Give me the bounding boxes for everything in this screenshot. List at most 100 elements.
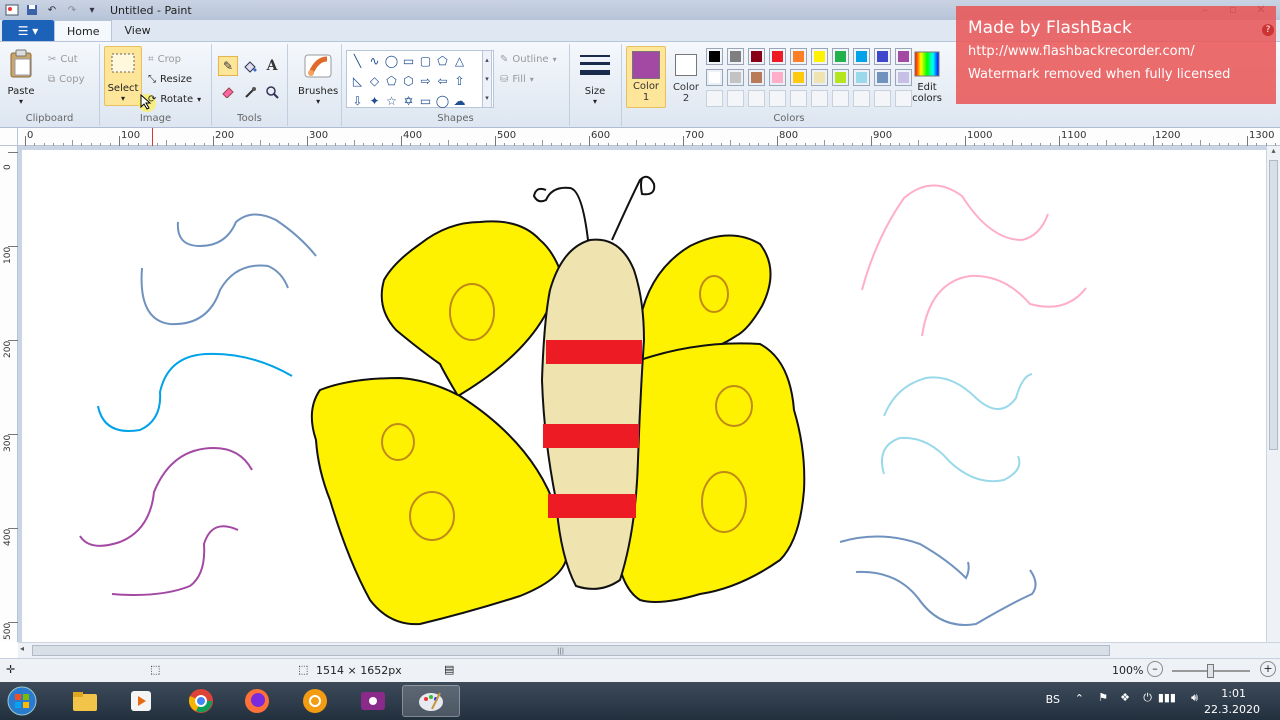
- taskbar-media-player[interactable]: [112, 685, 170, 717]
- edit-colors-button[interactable]: Edit colors: [912, 48, 942, 104]
- curve-shape-icon[interactable]: ∿: [367, 53, 382, 69]
- palette-swatch[interactable]: [769, 90, 786, 107]
- palette-swatch[interactable]: [811, 48, 828, 65]
- palette-swatch[interactable]: [748, 90, 765, 107]
- palette-swatch[interactable]: [811, 90, 828, 107]
- save-icon[interactable]: [24, 3, 40, 17]
- palette-swatch[interactable]: [727, 48, 744, 65]
- paint-app-icon[interactable]: [4, 3, 20, 17]
- palette-swatch[interactable]: [790, 90, 807, 107]
- four-point-star-shape-icon[interactable]: ✦: [367, 93, 382, 109]
- language-indicator[interactable]: BS: [1046, 693, 1060, 706]
- outline-button[interactable]: ✎ Outline ▾: [500, 50, 557, 68]
- right-arrow-shape-icon[interactable]: ⇨: [418, 73, 433, 89]
- five-point-star-shape-icon[interactable]: ☆: [384, 93, 399, 109]
- palette-swatch[interactable]: [727, 69, 744, 86]
- file-menu-button[interactable]: ☰ ▾: [2, 20, 54, 41]
- scroll-up-icon[interactable]: ▴: [1267, 146, 1280, 155]
- network-icon[interactable]: ▮▮▮: [1158, 691, 1176, 704]
- palette-swatch[interactable]: [769, 48, 786, 65]
- start-button[interactable]: [2, 685, 42, 717]
- taskbar-explorer[interactable]: [56, 685, 114, 717]
- zoom-slider[interactable]: [1172, 664, 1250, 678]
- size-button[interactable]: Size ▾: [580, 50, 610, 106]
- left-arrow-shape-icon[interactable]: ⇦: [435, 73, 450, 89]
- copy-button[interactable]: ⧉ Copy: [48, 70, 85, 88]
- palette-swatch[interactable]: [853, 48, 870, 65]
- rotate-button[interactable]: ⟳ Rotate ▾: [148, 90, 201, 108]
- six-point-star-shape-icon[interactable]: ✡: [401, 93, 416, 109]
- color2-button[interactable]: Color 2: [670, 46, 702, 108]
- up-arrow-shape-icon[interactable]: ⇧: [452, 73, 467, 89]
- palette-swatch[interactable]: [748, 69, 765, 86]
- palette-swatch[interactable]: [832, 69, 849, 86]
- drawing-canvas[interactable]: [22, 150, 1266, 642]
- palette-swatch[interactable]: [706, 48, 723, 65]
- taskbar-firefox[interactable]: [228, 685, 286, 717]
- palette-swatch[interactable]: [790, 69, 807, 86]
- horizontal-scroll-thumb[interactable]: |||: [32, 645, 1110, 656]
- palette-swatch[interactable]: [874, 90, 891, 107]
- palette-swatch[interactable]: [832, 90, 849, 107]
- tab-home[interactable]: Home: [54, 20, 113, 41]
- callout-shape-icon[interactable]: ▭: [418, 93, 433, 109]
- palette-swatch[interactable]: [895, 90, 912, 107]
- clock-date[interactable]: 22.3.2020: [1204, 703, 1260, 716]
- brushes-button[interactable]: Brushes ▾: [298, 50, 338, 106]
- palette-swatch[interactable]: [832, 48, 849, 65]
- tab-view[interactable]: View: [112, 20, 162, 41]
- oval-callout-shape-icon[interactable]: ◯: [435, 93, 450, 109]
- taskbar-paint[interactable]: [402, 685, 460, 717]
- clock-time[interactable]: 1:01: [1221, 687, 1246, 700]
- palette-swatch[interactable]: [790, 48, 807, 65]
- palette-swatch[interactable]: [853, 69, 870, 86]
- palette-swatch[interactable]: [727, 90, 744, 107]
- color1-button[interactable]: Color 1: [626, 46, 666, 108]
- undo-icon[interactable]: ↶: [44, 3, 60, 17]
- magnifier-icon[interactable]: [262, 82, 282, 102]
- rectangle-shape-icon[interactable]: ▭: [401, 53, 416, 69]
- select-button[interactable]: Select ▾: [104, 46, 142, 106]
- taskbar-app-orange[interactable]: [286, 685, 344, 717]
- fill-bucket-icon[interactable]: [240, 56, 260, 76]
- palette-swatch[interactable]: [895, 69, 912, 86]
- palette-swatch[interactable]: [811, 69, 828, 86]
- volume-icon[interactable]: 🔊︎: [1191, 691, 1198, 705]
- resize-button[interactable]: ⤡ Resize: [148, 70, 192, 88]
- cloud-callout-shape-icon[interactable]: ☁: [452, 93, 467, 109]
- oval-shape-icon[interactable]: ◯: [384, 53, 399, 69]
- horizontal-scrollbar[interactable]: ◂ |||: [18, 642, 1280, 658]
- color-picker-icon[interactable]: [240, 82, 260, 102]
- palette-swatch[interactable]: [853, 90, 870, 107]
- line-shape-icon[interactable]: ╲: [350, 53, 365, 69]
- palette-swatch[interactable]: [874, 69, 891, 86]
- cut-button[interactable]: ✂ Cut: [48, 50, 78, 68]
- redo-icon[interactable]: ↷: [64, 3, 80, 17]
- zoom-slider-thumb[interactable]: [1207, 664, 1214, 678]
- palette-swatch[interactable]: [706, 69, 723, 86]
- down-arrow-shape-icon[interactable]: ⇩: [350, 93, 365, 109]
- taskbar-flashback-recorder[interactable]: [344, 685, 402, 717]
- zoom-in-icon[interactable]: +: [1260, 661, 1276, 677]
- palette-swatch[interactable]: [706, 90, 723, 107]
- flag-icon[interactable]: ⚑: [1098, 691, 1108, 704]
- palette-swatch[interactable]: [769, 69, 786, 86]
- dropbox-icon[interactable]: ❖: [1120, 691, 1130, 704]
- pentagon-shape-icon[interactable]: ⬠: [384, 73, 399, 89]
- text-tool-icon[interactable]: A: [262, 56, 282, 76]
- eraser-icon[interactable]: [218, 82, 238, 102]
- customize-toolbar-icon[interactable]: ▾: [84, 3, 100, 17]
- palette-swatch[interactable]: [895, 48, 912, 65]
- shapes-scroll[interactable]: ▴ ▾ ▾: [482, 50, 492, 108]
- vertical-scrollbar[interactable]: ▴: [1266, 146, 1280, 642]
- paste-button[interactable]: Paste ▾: [6, 48, 36, 106]
- fill-button[interactable]: ⛁ Fill ▾: [500, 70, 534, 88]
- zoom-out-icon[interactable]: –: [1147, 661, 1163, 677]
- pencil-icon[interactable]: ✎: [218, 56, 238, 76]
- right-triangle-shape-icon[interactable]: ◺: [350, 73, 365, 89]
- palette-swatch[interactable]: [748, 48, 765, 65]
- diamond-shape-icon[interactable]: ◇: [367, 73, 382, 89]
- hexagon-shape-icon[interactable]: ⬡: [401, 73, 416, 89]
- tray-expand-icon[interactable]: ⌃: [1075, 692, 1084, 705]
- power-icon[interactable]: ⏻: [1143, 691, 1152, 705]
